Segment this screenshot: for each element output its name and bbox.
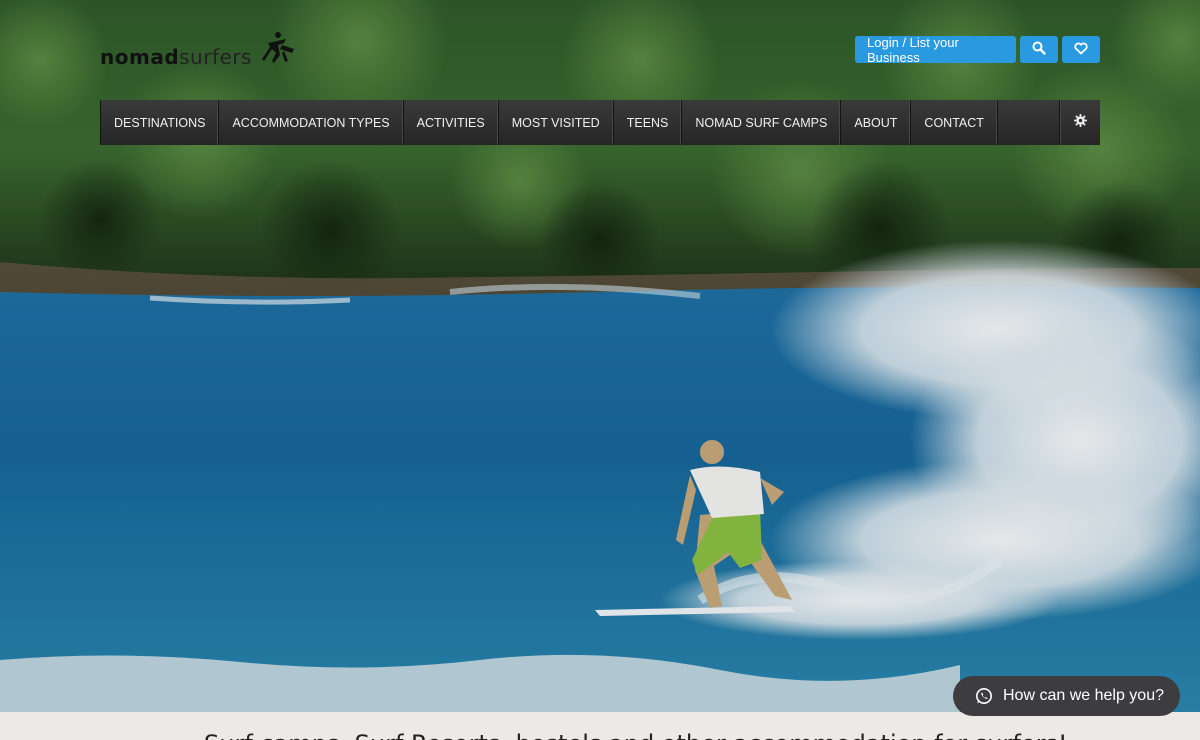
login-button-label: Login / List your Business xyxy=(867,34,959,65)
nav-item-teens[interactable]: TEENS xyxy=(614,100,683,145)
nav-item-accommodation-types[interactable]: ACCOMMODATION TYPES xyxy=(219,100,404,145)
gear-icon xyxy=(1073,113,1087,132)
site-logo[interactable]: nomadsurfers xyxy=(100,30,296,70)
help-chat-button[interactable]: How can we help you? xyxy=(953,676,1180,716)
logo-text: nomadsurfers xyxy=(100,45,252,69)
surfer-logo-icon xyxy=(258,31,296,70)
tagline-section: Surf camps, Surf Resorts, hostels and ot… xyxy=(0,712,1200,740)
hero-banner: nomadsurfers Login / List your Business xyxy=(0,0,1200,712)
nav-item-activities[interactable]: ACTIVITIES xyxy=(404,100,499,145)
nav-item-contact[interactable]: CONTACT xyxy=(911,100,998,145)
nav-item-nomad-surf-camps[interactable]: NOMAD SURF CAMPS xyxy=(682,100,842,145)
search-button[interactable] xyxy=(1020,36,1058,63)
header-actions: Login / List your Business xyxy=(855,34,1100,65)
settings-button[interactable] xyxy=(1059,100,1100,145)
chat-label: How can we help you? xyxy=(1003,687,1164,704)
nav-item-most-visited[interactable]: MOST VISITED xyxy=(499,100,614,145)
search-icon xyxy=(1032,41,1046,58)
whatsapp-icon xyxy=(975,687,993,705)
page-tagline: Surf camps, Surf Resorts, hostels and ot… xyxy=(204,730,1068,740)
nav-item-destinations[interactable]: DESTINATIONS xyxy=(100,100,220,145)
favorites-button[interactable] xyxy=(1062,36,1100,63)
main-nav: DESTINATIONS ACCOMMODATION TYPES ACTIVIT… xyxy=(100,100,1100,145)
heart-icon xyxy=(1074,42,1088,58)
nav-item-about[interactable]: ABOUT xyxy=(841,100,912,145)
login-list-business-button[interactable]: Login / List your Business xyxy=(855,34,1016,65)
